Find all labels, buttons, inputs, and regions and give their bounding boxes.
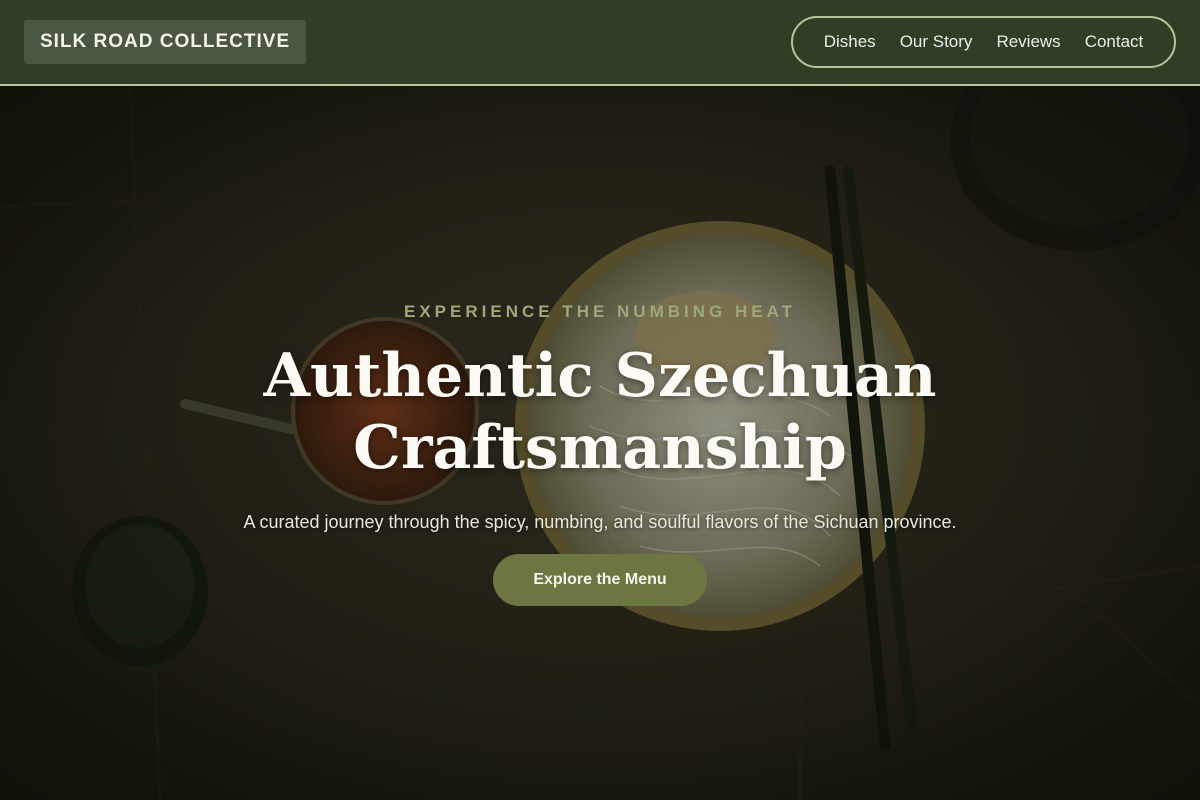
hero-section: EXPERIENCE THE NUMBING HEAT Authentic Sz… <box>0 86 1200 800</box>
nav-link-dishes[interactable]: Dishes <box>824 32 876 52</box>
nav-link-contact[interactable]: Contact <box>1085 32 1144 52</box>
hero-eyebrow: EXPERIENCE THE NUMBING HEAT <box>404 302 796 321</box>
hero-subtitle: A curated journey through the spicy, num… <box>243 512 957 532</box>
headline-line-1: Authentic Szechuan <box>263 341 937 411</box>
headline-line-2: Craftsmanship <box>353 413 847 483</box>
nav-link-our-story[interactable]: Our Story <box>900 32 973 52</box>
brand-logo[interactable]: SILK ROAD COLLECTIVE <box>24 20 307 64</box>
nav-link-reviews[interactable]: Reviews <box>996 32 1060 52</box>
hero-headline: Authentic Szechuan Craftsmanship <box>0 340 1200 484</box>
site-header: SILK ROAD COLLECTIVE Dishes Our Story Re… <box>0 0 1200 86</box>
explore-menu-button[interactable]: Explore the Menu <box>493 554 707 606</box>
main-nav: Dishes Our Story Reviews Contact <box>791 16 1176 68</box>
